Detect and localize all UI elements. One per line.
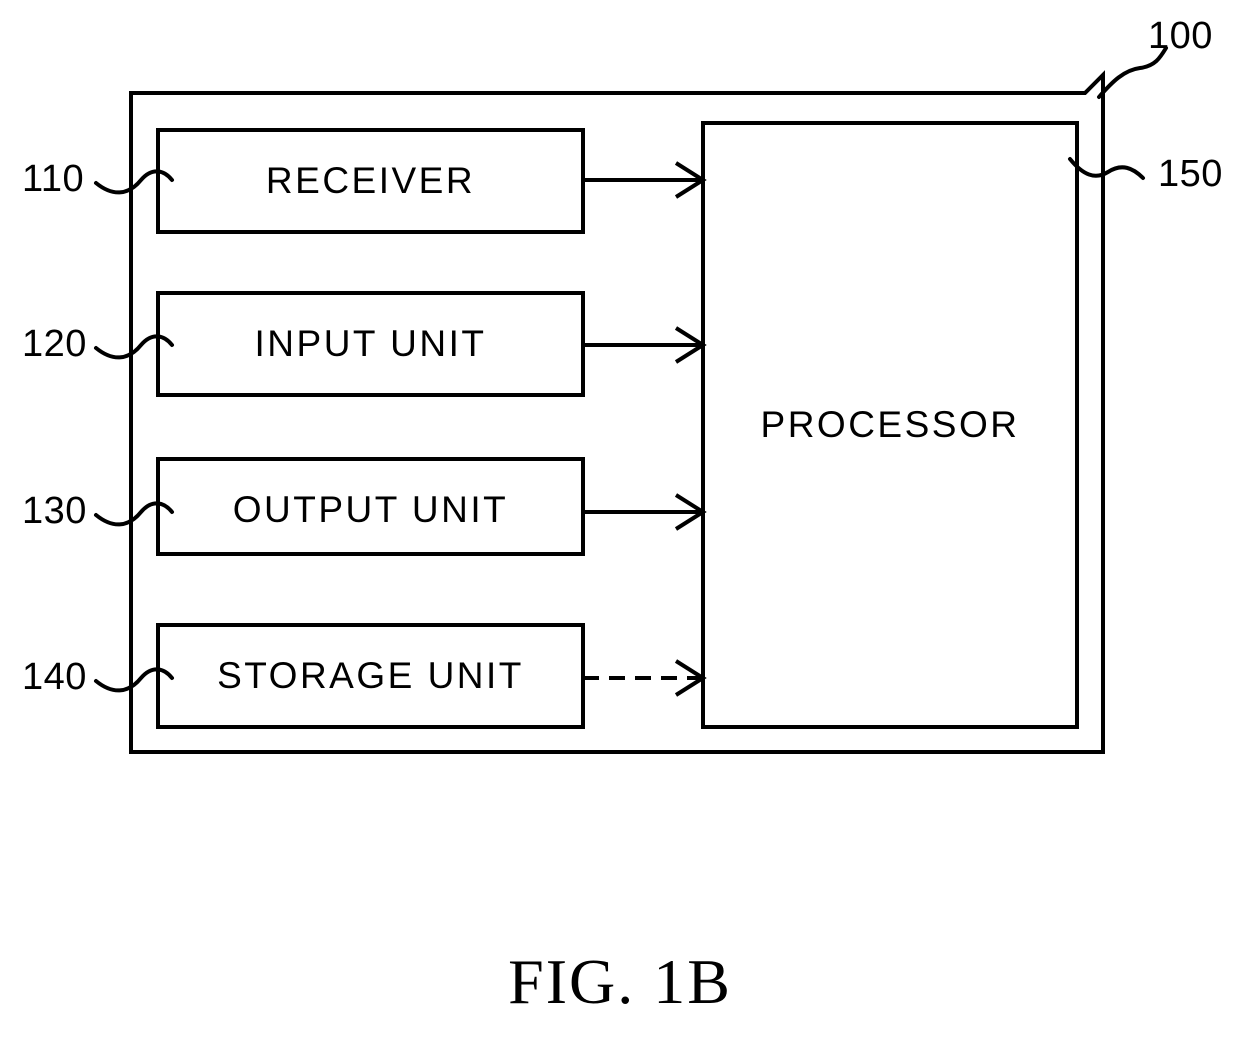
storage-unit-block-label: STORAGE UNIT bbox=[217, 655, 524, 696]
reference-numeral-100: 100 bbox=[1148, 15, 1213, 57]
arrow-receiver-to-processor bbox=[583, 161, 707, 199]
arrow-input-unit-to-processor bbox=[583, 326, 707, 364]
reference-numeral-140: 140 bbox=[22, 656, 87, 698]
figure-caption: FIG. 1B bbox=[508, 946, 732, 1017]
processor-block-label: PROCESSOR bbox=[760, 404, 1020, 445]
leader-line-150 bbox=[1068, 157, 1145, 180]
arrow-output-unit-to-processor bbox=[583, 493, 707, 531]
reference-numeral-130: 130 bbox=[22, 490, 87, 532]
patent-figure-page: 110 120 130 140 100 150 RECEIVER INPUT U… bbox=[0, 0, 1240, 1048]
arrow-storage-unit-to-processor bbox=[583, 659, 707, 697]
input-unit-block-label: INPUT UNIT bbox=[254, 323, 487, 364]
reference-numeral-120: 120 bbox=[22, 323, 87, 365]
receiver-block-label: RECEIVER bbox=[265, 160, 476, 201]
reference-numeral-110: 110 bbox=[22, 158, 85, 200]
output-unit-block-label: OUTPUT UNIT bbox=[232, 489, 509, 530]
reference-numeral-150: 150 bbox=[1158, 153, 1223, 195]
